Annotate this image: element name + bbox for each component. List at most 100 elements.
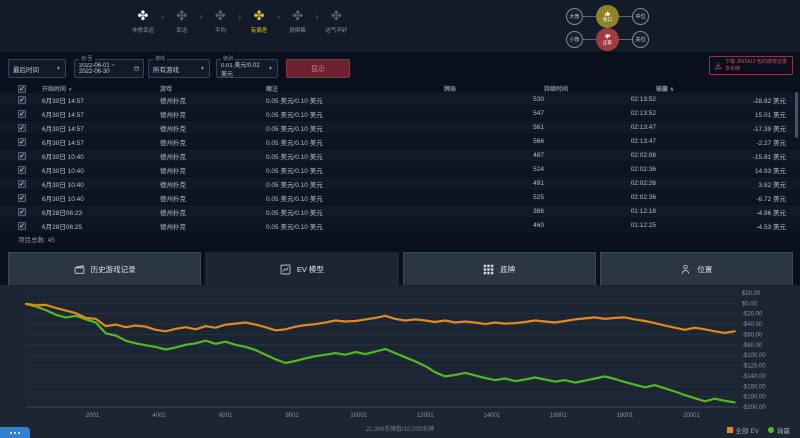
cell-game: 德州扑克	[160, 123, 266, 133]
cell-duration: 01:12:25	[544, 222, 656, 229]
column-header-2[interactable]: 赌注	[266, 84, 444, 93]
tab-positions[interactable]: 位置	[600, 252, 793, 285]
position-badge-label: 大盲	[569, 13, 579, 20]
table-row[interactable]: ✓6月30日 10:40德州扑克0.05 美元/0.10 美元52502:02:…	[0, 191, 800, 205]
legend-item-winnings[interactable]: 输赢	[768, 425, 790, 435]
position-badge-小盲[interactable]: 小盲	[566, 31, 583, 48]
cell-game: 德州扑克	[160, 221, 266, 231]
cell-start: 6月28日06:25	[42, 221, 160, 231]
cell-game: 德州扑克	[160, 207, 266, 217]
position-badge-中位[interactable]: 中位	[632, 8, 649, 25]
table-row[interactable]: ✓6月30日 10:40德州扑克0.05 美元/0.10 美元49102:02:…	[0, 177, 800, 191]
cell-stakes: 0.05 美元/0.10 美元	[266, 95, 444, 105]
row-checkbox[interactable]: ✓	[18, 96, 26, 104]
show-button[interactable]: 显示	[286, 59, 350, 78]
position-badge-label: 枪口	[603, 17, 612, 22]
svg-text:12001: 12001	[417, 413, 434, 419]
download-text-line1: 下载 JINTA10 包的牌谱记录	[725, 59, 787, 66]
luck-item[interactable]: ✤平均	[203, 9, 237, 34]
row-checkbox[interactable]: ✓	[18, 208, 26, 216]
column-header-3[interactable]: 牌局	[444, 84, 544, 93]
cell-stakes: 0.05 美元/0.10 美元	[266, 109, 444, 119]
column-header-4[interactable]: 持续时间	[544, 84, 656, 93]
svg-text:$0.00: $0.00	[742, 301, 758, 307]
svg-text:-$120.00: -$120.00	[742, 364, 766, 370]
game-select[interactable]: 游戏 所有游戏 ▼	[148, 59, 210, 78]
row-checkbox[interactable]: ✓	[18, 110, 26, 118]
position-badge-关位[interactable]: 关位	[632, 31, 649, 48]
svg-text:-$160.00: -$160.00	[742, 384, 766, 390]
cell-hands: 524	[444, 166, 544, 173]
table-row[interactable]: ✓6月30日 10:40德州扑克0.05 美元/0.10 美元48702:02:…	[0, 149, 800, 163]
row-checkbox[interactable]: ✓	[18, 138, 26, 146]
table-row[interactable]: ✓6月28日06:23德州扑克0.05 美元/0.10 美元38601:12:1…	[0, 205, 800, 219]
date-range-label: 自-至	[79, 56, 95, 63]
cell-game: 德州扑克	[160, 151, 266, 161]
stakes-select[interactable]: 级别 0.01 美元/0.02 美元 ▼	[216, 59, 278, 78]
luck-item-label: 幸运	[176, 26, 187, 34]
tab-bar: 历史游戏记录EV 模型 底牌 位置	[8, 252, 793, 285]
position-badge-庄家[interactable]: 庄家	[596, 28, 619, 51]
table-row[interactable]: ✓6月30日 14:57德州扑克0.05 美元/0.10 美元54702:13:…	[0, 107, 800, 121]
luck-item-label: 有偏差	[251, 26, 268, 34]
cell-start: 6月30日 10:40	[42, 179, 160, 189]
svg-text:20001: 20001	[683, 413, 700, 419]
sort-desc-icon: ▼	[68, 87, 72, 92]
column-header-0[interactable]: 开始时间▼	[42, 84, 160, 93]
luck-item[interactable]: ✤有偏差	[242, 9, 276, 34]
luck-item[interactable]: ✤运气不好	[319, 9, 353, 34]
cell-result: 3.82 美元	[656, 179, 786, 189]
table-row[interactable]: ✓6月30日 14:57德州扑克0.05 美元/0.10 美元56602:13:…	[0, 135, 800, 149]
sort-select[interactable]: 最后时间 ▼	[8, 59, 66, 78]
table-row[interactable]: ✓6月30日 14:57德州扑克0.05 美元/0.10 美元53002:13:…	[0, 93, 800, 107]
calendar-icon	[134, 65, 139, 72]
date-range-field[interactable]: 自-至 2022-06-01 ~ 2022-06-30	[74, 59, 144, 78]
position-badge-label: 小盲	[569, 36, 579, 43]
table-body: ✓6月30日 14:57德州扑克0.05 美元/0.10 美元53002:13:…	[0, 93, 800, 233]
position-grid: 大盲枪口 中位小盲 庄家 关位	[566, 5, 649, 50]
row-checkbox[interactable]: ✓	[18, 166, 26, 174]
luck-item[interactable]: ✤幸运	[165, 9, 199, 34]
tab-holecards[interactable]: 底牌	[403, 252, 596, 285]
hands-table: ✓ 开始时间▼游戏赌注牌局持续时间输赢⇅ ✓6月30日 14:57德州扑克0.05…	[0, 84, 800, 233]
luck-item[interactable]: ✤非常幸运	[126, 9, 160, 34]
grid-icon	[483, 264, 494, 275]
row-checkbox[interactable]: ✓	[18, 124, 26, 132]
table-row[interactable]: ✓6月30日 14:57德州扑克0.05 美元/0.10 美元56102:13:…	[0, 121, 800, 135]
cell-result: 15.01 美元	[656, 109, 786, 119]
legend-item-ev[interactable]: 全部 EV	[727, 425, 759, 435]
chat-widget-button[interactable]	[0, 427, 30, 438]
tab-history[interactable]: 历史游戏记录	[8, 252, 201, 285]
position-badge-枪口[interactable]: 枪口	[596, 5, 619, 28]
row-checkbox[interactable]: ✓	[18, 152, 26, 160]
select-all-checkbox[interactable]: ✓	[18, 85, 26, 93]
position-row: 大盲枪口 中位	[566, 5, 649, 27]
cell-result: -6.72 美元	[656, 193, 786, 203]
cell-game: 德州扑克	[160, 179, 266, 189]
row-checkbox[interactable]: ✓	[18, 222, 26, 230]
table-scrollbar[interactable]	[795, 92, 798, 138]
tab-label: 底牌	[500, 264, 515, 275]
cell-stakes: 0.05 美元/0.10 美元	[266, 165, 444, 175]
table-row[interactable]: ✓6月30日 10:40德州扑克0.05 美元/0.10 美元52402:02:…	[0, 163, 800, 177]
download-icon	[714, 62, 722, 70]
table-row[interactable]: ✓6月28日06:25德州扑克0.05 美元/0.10 美元46001:12:2…	[0, 219, 800, 233]
cell-result: -2.27 美元	[656, 137, 786, 147]
column-header-1[interactable]: 游戏	[160, 84, 266, 93]
cell-duration: 02:02:36	[544, 194, 656, 201]
position-badge-大盲[interactable]: 大盲	[566, 8, 583, 25]
cell-result: -28.82 美元	[656, 95, 786, 105]
row-checkbox[interactable]: ✓	[18, 194, 26, 202]
ev-chart-panel: $20.00$0.00-$20.00-$40.00-$60.00-$80.00-…	[0, 285, 800, 438]
cell-hands: 487	[444, 152, 544, 159]
cell-duration: 02:13:52	[544, 96, 656, 103]
cell-duration: 02:13:47	[544, 138, 656, 145]
svg-text:2001: 2001	[86, 413, 100, 419]
column-header-5[interactable]: 输赢⇅	[656, 84, 786, 93]
legend-label: 全部 EV	[736, 425, 759, 435]
tab-ev-model[interactable]: EV 模型	[205, 252, 398, 285]
download-records-link[interactable]: 下载 JINTA10 包的牌谱记录 多手牌	[709, 56, 793, 75]
position-badge-label: 关位	[635, 36, 645, 43]
luck-item[interactable]: ✤很倒霉	[281, 9, 315, 34]
row-checkbox[interactable]: ✓	[18, 180, 26, 188]
